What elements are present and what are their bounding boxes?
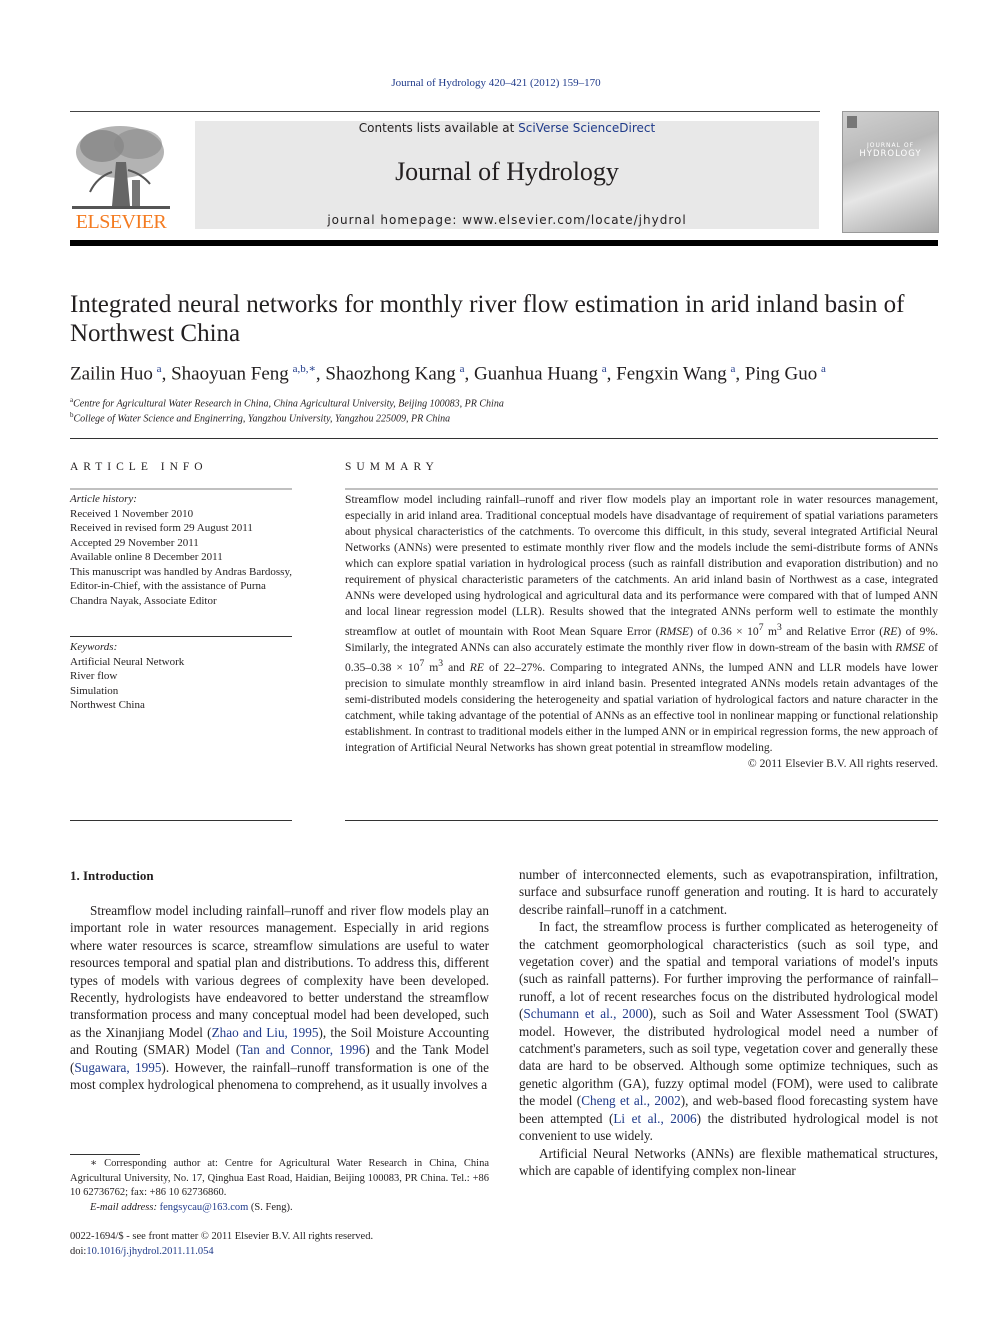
- doi-label: doi:: [70, 1245, 87, 1257]
- author-list: Zailin Huo a, Shaoyuan Feng a,b,∗, Shaoz…: [70, 363, 826, 385]
- text-segment: Streamflow model including rainfall–runo…: [70, 903, 489, 1040]
- citation-link[interactable]: Tan and Connor, 1996: [240, 1042, 365, 1057]
- footnote-rule: [70, 1154, 140, 1155]
- section-heading-introduction: 1. Introduction: [70, 868, 154, 883]
- keyword: Simulation: [70, 684, 119, 697]
- article-title: Integrated neural networks for monthly r…: [70, 291, 905, 347]
- author-affiliation-mark[interactable]: a: [460, 363, 465, 375]
- keyword: River flow: [70, 670, 118, 682]
- cover-title-line2: HYDROLOGY: [859, 149, 922, 159]
- history-item: Available online 8 December 2011: [70, 551, 223, 563]
- elsevier-tree-icon: [72, 122, 170, 210]
- affiliation-divider: [70, 438, 938, 439]
- author-name[interactable]: Fengxin Wang: [616, 363, 727, 384]
- citation-link[interactable]: Cheng et al., 2002: [581, 1093, 681, 1108]
- body-column-left: Streamflow model including rainfall–runo…: [70, 902, 489, 1093]
- doi-link[interactable]: 10.1016/j.jhydrol.2011.11.054: [86, 1246, 213, 1257]
- sciencedirect-link[interactable]: SciVerse ScienceDirect: [518, 121, 655, 135]
- cover-title-line1: JOURNAL OF: [866, 142, 915, 149]
- paragraph: Streamflow model including rainfall–runo…: [70, 902, 489, 1093]
- history-item: Accepted 29 November 2011: [70, 536, 199, 549]
- paragraph: number of interconnected elements, such …: [519, 867, 938, 917]
- journal-name: Journal of Hydrology: [395, 157, 619, 186]
- front-matter: 0022-1694/$ - see front matter © 2011 El…: [70, 1230, 489, 1259]
- citation-link[interactable]: Sugawara, 1995: [74, 1060, 161, 1075]
- journal-cover-thumbnail[interactable]: JOURNAL OF HYDROLOGY: [842, 111, 939, 233]
- rmse-term: RMSE: [659, 624, 690, 638]
- article-info-rule: [70, 488, 292, 490]
- summary-rule: [345, 488, 938, 490]
- re-term: RE: [883, 624, 898, 638]
- author-affiliation-mark[interactable]: a: [157, 363, 162, 375]
- author-affiliation-mark[interactable]: a,b,∗: [293, 363, 316, 375]
- email-label: E-mail address:: [90, 1201, 157, 1213]
- history-label: Article history:: [70, 493, 137, 505]
- summary-segment: ) of 0.36 × 10: [689, 624, 759, 638]
- elsevier-logo[interactable]: ELSEVIER: [70, 120, 172, 235]
- contents-availability: Contents lists available at SciVerse Sci…: [195, 121, 819, 135]
- history-item: This manuscript was handled by Andras Ba…: [70, 565, 293, 607]
- summary-heading: SUMMARY: [345, 461, 439, 473]
- affiliation-text: College of Water Science and Enginerring…: [73, 413, 451, 425]
- cover-elsevier-icon: [847, 116, 857, 128]
- email-link[interactable]: fengsycau@163.com: [160, 1202, 249, 1213]
- copyright-notice: © 2011 Elsevier B.V. All rights reserved…: [747, 756, 938, 770]
- affiliation-b: bCollege of Water Science and Enginerrin…: [70, 411, 940, 424]
- article-info-heading: ARTICLE INFO: [70, 461, 208, 473]
- journal-homepage-link[interactable]: journal homepage: www.elsevier.com/locat…: [195, 213, 819, 227]
- email-suffix: (S. Feng).: [248, 1201, 293, 1213]
- author-name[interactable]: Guanhua Huang: [474, 363, 598, 384]
- rmse-term: RMSE: [895, 640, 925, 654]
- summary-segment: and: [443, 660, 470, 674]
- author-name[interactable]: Shaozhong Kang: [325, 363, 455, 384]
- author-name[interactable]: Zailin Huo: [70, 363, 153, 384]
- unit: m: [424, 660, 439, 674]
- summary-segment: of 22–27%. Comparing to integrated ANNs,…: [345, 660, 938, 754]
- affiliation-a: aCentre for Agricultural Water Research …: [70, 396, 940, 409]
- paragraph: In fact, the streamflow process is furth…: [519, 918, 938, 1144]
- citation-link[interactable]: Li et al., 2006: [613, 1111, 696, 1126]
- contents-prefix: Contents lists available at: [358, 121, 519, 135]
- author-affiliation-mark[interactable]: a: [602, 363, 607, 375]
- header-thick-rule: [70, 240, 938, 246]
- journal-banner: Contents lists available at SciVerse Sci…: [195, 121, 819, 229]
- keywords-block: Keywords: Artificial Neural Network Rive…: [70, 640, 295, 713]
- article-info-bottom-rule: [70, 820, 292, 821]
- keywords-label: Keywords:: [70, 641, 118, 653]
- keyword: Artificial Neural Network: [70, 655, 185, 668]
- email-line: E-mail address: fengsycau@163.com (S. Fe…: [70, 1201, 489, 1216]
- history-item: Received 1 November 2010: [70, 507, 194, 520]
- summary-segment: and Relative Error (: [781, 624, 884, 638]
- citation-link[interactable]: Schumann et al., 2000: [523, 1006, 648, 1021]
- corresponding-author-text: ∗ Corresponding author at: Centre for Ag…: [70, 1158, 489, 1198]
- doi-line: doi:10.1016/j.jhydrol.2011.11.054: [70, 1245, 489, 1260]
- header-top-rule: [70, 111, 820, 112]
- re-term: RE: [469, 660, 484, 674]
- unit: m: [763, 624, 777, 638]
- issn-copyright: 0022-1694/$ - see front matter © 2011 El…: [70, 1231, 374, 1242]
- paragraph: Artificial Neural Networks (ANNs) are fl…: [519, 1145, 938, 1178]
- summary-segment: Streamflow model including rainfall–runo…: [345, 493, 938, 638]
- keyword: Northwest China: [70, 699, 145, 711]
- keywords-rule: [70, 636, 292, 637]
- corresponding-author-footnote: ∗ Corresponding author at: Centre for Ag…: [70, 1157, 489, 1215]
- summary-bottom-rule: [345, 820, 938, 821]
- author-name[interactable]: Ping Guo: [745, 363, 817, 384]
- elsevier-wordmark: ELSEVIER: [75, 211, 167, 233]
- journal-citation-link[interactable]: Journal of Hydrology 420–421 (2012) 159–…: [0, 77, 992, 89]
- summary-text: Streamflow model including rainfall–runo…: [345, 492, 938, 772]
- history-item: Received in revised form 29 August 2011: [70, 522, 253, 534]
- author-name[interactable]: Shaoyuan Feng: [171, 363, 289, 384]
- author-affiliation-mark[interactable]: a: [731, 363, 736, 375]
- citation-link[interactable]: Zhao and Liu, 1995: [212, 1025, 319, 1040]
- article-history: Article history: Received 1 November 201…: [70, 492, 295, 608]
- body-column-right: number of interconnected elements, such …: [519, 866, 938, 1179]
- affiliation-text: Centre for Agricultural Water Research i…: [73, 398, 504, 410]
- author-affiliation-mark[interactable]: a: [821, 363, 826, 375]
